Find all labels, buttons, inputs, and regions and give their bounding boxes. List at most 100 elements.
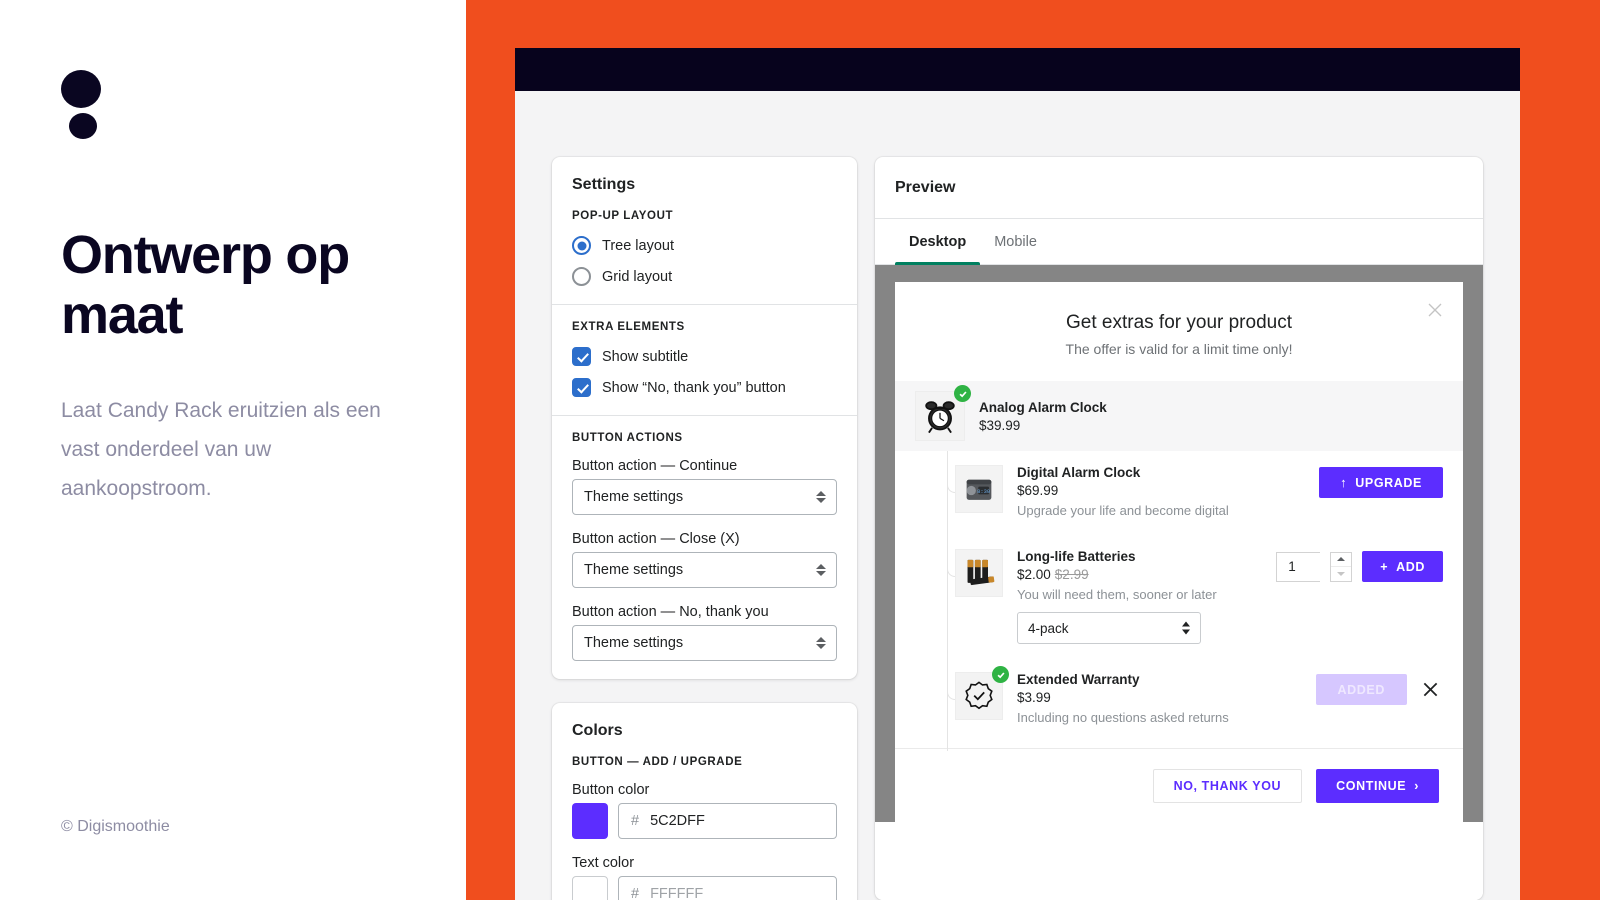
select-action-continue[interactable]: Theme settings — [572, 479, 837, 515]
variant-select[interactable]: 4-pack — [1017, 612, 1201, 644]
preview-tabs: Desktop Mobile — [875, 219, 1483, 265]
label-text-color: Text color — [572, 855, 635, 871]
continue-button[interactable]: CONTINUE › — [1316, 768, 1439, 803]
quantity-input[interactable]: 1 — [1276, 551, 1321, 582]
page-title: Ontwerp op maat — [61, 225, 350, 346]
colors-card: Colors BUTTON — ADD / UPGRADE Button col… — [552, 703, 857, 900]
hash-prefix: # — [631, 886, 640, 900]
radio-icon[interactable] — [572, 236, 591, 255]
logo-dot-bottom — [69, 113, 97, 139]
checkbox-show-subtitle[interactable]: Show subtitle — [572, 347, 837, 366]
offer-price-old: $2.99 — [1054, 567, 1089, 582]
label-action-close: Button action — Close (X) — [572, 531, 740, 547]
offer-row-upgrade: 8:30 Digital Alarm Clock $69.99 Upgrade … — [895, 451, 1463, 535]
tab-mobile[interactable]: Mobile — [980, 219, 1051, 264]
offer-row-batteries: Long-life Batteries $2.00 $2.99 You will … — [895, 535, 1463, 658]
button-color-hex-value: 5C2DFF — [650, 813, 705, 829]
checkbox-icon[interactable] — [572, 378, 591, 397]
tab-desktop[interactable]: Desktop — [895, 219, 981, 265]
preview-card: Preview Desktop Mobile Get extras for yo… — [875, 157, 1483, 900]
offer-info-batteries: Long-life Batteries $2.00 $2.99 You will … — [1017, 549, 1276, 644]
add-button[interactable]: + ADD — [1362, 551, 1443, 582]
select-action-no-thank-you[interactable]: Theme settings — [572, 625, 837, 661]
popup-preview-stage: Get extras for your product The offer is… — [875, 265, 1483, 900]
added-badge: ADDED — [1315, 674, 1407, 705]
popup-title: Get extras for your product — [1066, 312, 1292, 333]
quantity-decrement-icon[interactable] — [1331, 567, 1351, 581]
chevron-right-icon: › — [1414, 778, 1419, 793]
label-button-color: Button color — [572, 782, 650, 798]
text-color-hex-placeholder: FFFFFF — [650, 886, 704, 900]
radio-grid-layout-label: Grid layout — [602, 268, 673, 285]
settings-card: Settings POP-UP LAYOUT Tree layout Grid … — [552, 157, 857, 679]
popup-layout-label: POP-UP LAYOUT — [572, 210, 674, 222]
button-actions-section: BUTTON ACTIONS Button action — Continue … — [552, 415, 857, 679]
popup-subtitle: The offer is valid for a limit time only… — [1065, 341, 1293, 357]
popup-layout-section: POP-UP LAYOUT Tree layout Grid layout — [552, 194, 857, 304]
text-color-row: # FFFFFF — [572, 876, 837, 900]
digital-alarm-clock-thumbnail: 8:30 — [955, 465, 1003, 513]
tab-mobile-label: Mobile — [994, 233, 1037, 250]
button-actions-label: BUTTON ACTIONS — [572, 432, 683, 444]
parent-product-info: Analog Alarm Clock $39.99 — [979, 400, 1107, 433]
quantity-increment-icon[interactable] — [1331, 553, 1352, 567]
checkbox-icon[interactable] — [572, 347, 591, 366]
button-color-hex-input[interactable]: # 5C2DFF — [618, 803, 837, 839]
chevron-updown-icon — [816, 562, 826, 578]
offer-name: Digital Alarm Clock — [1017, 465, 1141, 480]
no-thank-you-button[interactable]: NO, THANK YOU — [1152, 768, 1303, 803]
checkbox-show-subtitle-label: Show subtitle — [602, 348, 689, 365]
extra-elements-section: EXTRA ELEMENTS Show subtitle Show “No, t… — [552, 304, 857, 415]
hash-prefix: # — [631, 813, 640, 829]
radio-grid-layout[interactable]: Grid layout — [572, 267, 837, 286]
continue-button-label: CONTINUE — [1336, 778, 1407, 793]
digismoothie-dots-logo — [61, 70, 101, 145]
close-icon[interactable] — [1425, 300, 1445, 320]
app-body: Settings POP-UP LAYOUT Tree layout Grid … — [515, 91, 1520, 900]
selected-check-icon — [992, 666, 1009, 683]
colors-section-label: BUTTON — ADD / UPGRADE — [572, 756, 743, 768]
settings-title: Settings — [572, 176, 636, 193]
quantity-stepper[interactable] — [1330, 551, 1353, 582]
app-window: Settings POP-UP LAYOUT Tree layout Grid … — [515, 48, 1520, 900]
offer-actions-upgrade: ↑ UPGRADE — [1319, 467, 1443, 498]
offer-row-warranty: Extended Warranty $3.99 Including no que… — [895, 658, 1463, 742]
offer-name: Extended Warranty — [1017, 672, 1140, 687]
offer-actions-warranty: ADDED — [1315, 674, 1443, 705]
add-button-label: ADD — [1396, 559, 1425, 574]
tab-desktop-label: Desktop — [909, 233, 967, 250]
select-action-continue-value: Theme settings — [584, 489, 684, 505]
analog-alarm-clock-thumbnail — [915, 385, 971, 441]
offer-price: $3.99 — [1017, 690, 1051, 705]
extra-elements-label: EXTRA ELEMENTS — [572, 321, 685, 333]
remove-offer-icon[interactable] — [1417, 677, 1443, 703]
upgrade-button-label: UPGRADE — [1355, 475, 1422, 490]
select-action-close[interactable]: Theme settings — [572, 552, 837, 588]
upsell-popup: Get extras for your product The offer is… — [895, 282, 1463, 822]
app-topbar — [515, 48, 1520, 91]
radio-icon[interactable] — [572, 267, 591, 286]
radio-tree-layout[interactable]: Tree layout — [572, 236, 837, 255]
popup-header: Get extras for your product The offer is… — [895, 282, 1463, 381]
text-color-hex-input[interactable]: # FFFFFF — [618, 876, 837, 900]
label-action-no-thank-you: Button action — No, thank you — [572, 604, 769, 620]
text-color-swatch[interactable] — [572, 876, 608, 900]
page-subcopy: Laat Candy Rack eruitzien als een vast o… — [61, 399, 381, 500]
chevron-updown-icon — [1182, 621, 1191, 636]
upgrade-button[interactable]: ↑ UPGRADE — [1319, 467, 1443, 498]
offer-actions-batteries: 1 + ADD — [1276, 551, 1443, 582]
logo-dot-top — [61, 70, 101, 108]
button-color-swatch[interactable] — [572, 803, 608, 839]
offer-name: Long-life Batteries — [1017, 549, 1136, 564]
svg-text:8:30: 8:30 — [977, 489, 990, 495]
button-color-row: # 5C2DFF — [572, 803, 837, 839]
popup-footer: NO, THANK YOU CONTINUE › — [895, 748, 1463, 822]
colors-title: Colors — [572, 722, 623, 739]
offer-price: $2.00 $2.99 — [1017, 567, 1276, 582]
colors-button-section: BUTTON — ADD / UPGRADE Button color # 5C… — [552, 740, 857, 900]
arrow-up-icon: ↑ — [1340, 475, 1348, 490]
offer-info-warranty: Extended Warranty $3.99 Including no que… — [1017, 672, 1316, 725]
parent-product-row: Analog Alarm Clock $39.99 — [895, 381, 1463, 451]
parent-product-price: $39.99 — [979, 417, 1021, 433]
checkbox-show-no-thank-you[interactable]: Show “No, thank you” button — [572, 378, 837, 397]
